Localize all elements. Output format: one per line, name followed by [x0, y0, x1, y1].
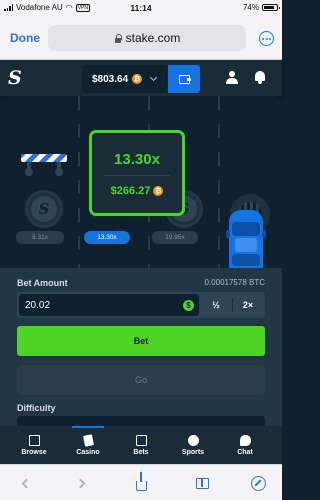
btc-amount: 0.00017578 BTC [204, 278, 266, 287]
more-options-icon[interactable] [259, 31, 274, 46]
back-arrow-icon[interactable] [18, 475, 34, 491]
card-divider [104, 175, 170, 176]
compass-icon[interactable] [250, 475, 266, 491]
difficulty-label: Difficulty [17, 403, 56, 413]
battery-icon [262, 4, 280, 11]
tab-label: Sports [181, 448, 205, 456]
bitcoin-icon: ₿ [132, 74, 143, 84]
bet-controls: Bet Amount 0.00017578 BTC $ ½ 2× Bet Go … [0, 268, 282, 436]
battery-percent: 74% [242, 3, 259, 12]
lane-multiplier: 19.95x [152, 231, 198, 244]
profit-amount: $266.27 [110, 185, 151, 197]
barrier-icon [21, 154, 67, 176]
bell-icon[interactable] [254, 70, 266, 84]
bet-amount-input[interactable] [19, 294, 199, 316]
status-right: 74% [242, 3, 280, 12]
bet-amount-label: Bet Amount [17, 278, 68, 288]
chevron-down-icon [150, 73, 158, 82]
tab-casino[interactable]: Casino [60, 426, 116, 464]
lane-divider [218, 96, 220, 268]
url-text: stake.com [125, 31, 181, 45]
dollar-icon: $ [183, 300, 194, 311]
current-profit: $266.27 ₿ [92, 185, 182, 197]
lane-divider [78, 96, 80, 268]
status-bar: Vodafone AU ◠ VPN 11:14 74% [0, 0, 282, 16]
car-icon [226, 210, 266, 268]
current-multiplier-card: 13.30x $266.27 ₿ [89, 130, 185, 216]
site-header: S $803.64 ₿ [0, 60, 282, 96]
share-icon[interactable] [133, 472, 149, 491]
cover-logo: S [31, 196, 57, 222]
tab-sports[interactable]: Sports [165, 426, 221, 464]
lane-multiplier-current: 13.30x [84, 231, 130, 244]
done-button[interactable]: Done [10, 31, 40, 45]
bookmarks-icon[interactable] [194, 475, 210, 491]
browser-toolbar [0, 464, 282, 500]
manhole-cover: S [25, 190, 63, 228]
lane-multiplier: 9.31x [16, 231, 64, 244]
tab-label: Chat [237, 448, 253, 456]
bottom-tab-bar: Browse Casino Bets Sports Chat [0, 426, 282, 464]
tab-bets[interactable]: Bets [113, 426, 169, 464]
bitcoin-icon: ₿ [153, 186, 164, 196]
stake-logo[interactable]: S [8, 67, 22, 89]
user-icon[interactable] [226, 71, 238, 84]
bet-button[interactable]: Bet [17, 326, 265, 356]
go-button[interactable]: Go [17, 365, 265, 395]
wallet-icon [178, 74, 191, 84]
game-board: S S 9.31x 13.30x 19.95x 13.30x $266.27 ₿ [8, 96, 274, 268]
tab-chat[interactable]: Chat [217, 426, 273, 464]
half-bet-button[interactable]: ½ [201, 294, 231, 316]
balance-selector[interactable]: $803.64 ₿ [82, 65, 168, 93]
url-bar[interactable]: stake.com [48, 25, 246, 51]
browse-icon [28, 434, 40, 446]
current-multiplier: 13.30x [114, 151, 160, 168]
bet-amount-row: $ ½ 2× [17, 292, 265, 318]
wallet-button[interactable] [168, 65, 200, 93]
tab-browse[interactable]: Browse [6, 426, 62, 464]
browser-header: Done stake.com [0, 16, 282, 60]
tab-label: Bets [133, 448, 149, 456]
sports-icon [187, 434, 199, 446]
balance-amount: $803.64 [92, 73, 129, 85]
casino-icon [82, 433, 94, 447]
lock-icon [114, 33, 122, 43]
double-bet-button[interactable]: 2× [233, 294, 263, 316]
tab-label: Browse [21, 448, 47, 456]
chat-icon [239, 434, 251, 446]
clock: 11:14 [130, 3, 152, 13]
forward-arrow-icon[interactable] [72, 475, 88, 491]
tab-label: Casino [76, 448, 100, 456]
bets-icon [135, 434, 147, 446]
